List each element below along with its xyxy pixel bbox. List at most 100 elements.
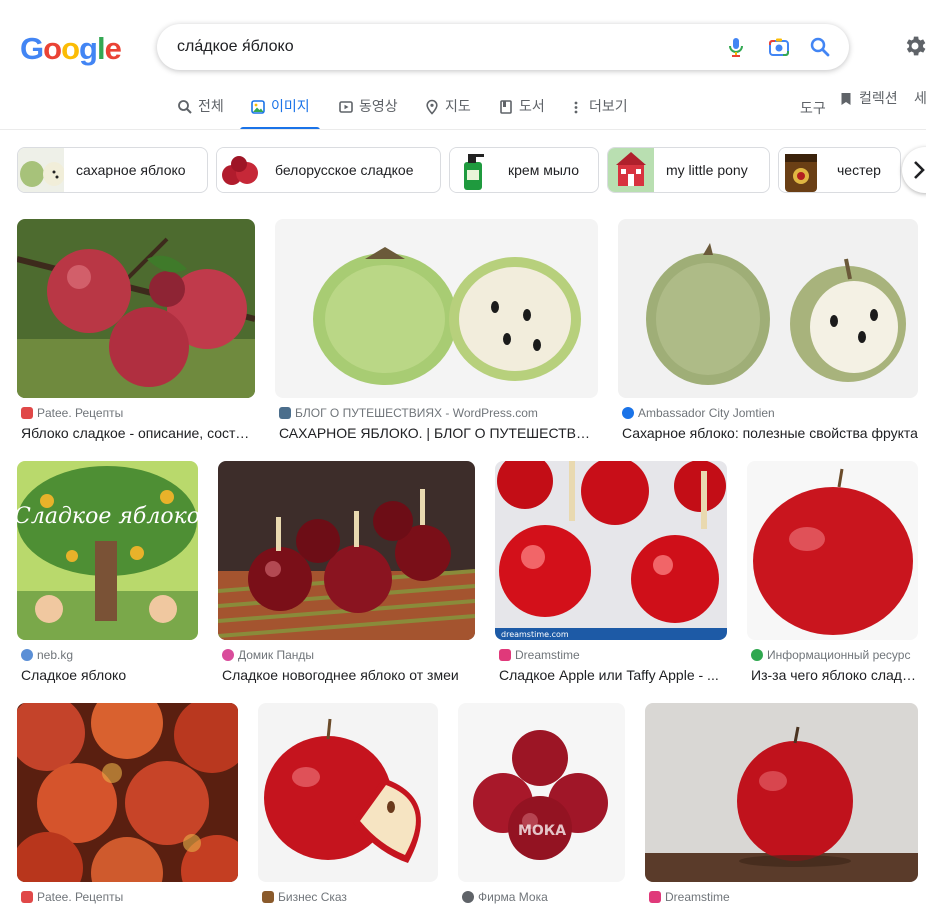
result-image[interactable] — [17, 703, 238, 882]
logo-letter: o — [43, 31, 62, 66]
google-logo[interactable]: Google — [20, 31, 122, 67]
result-image[interactable]: dreamstime.com — [495, 461, 727, 640]
result-title[interactable]: Сахарное яблоко: полезные свойства фрукт… — [622, 425, 918, 441]
logo-letter: o — [61, 31, 80, 66]
related-chip[interactable]: белорусское сладкое — [216, 147, 441, 193]
result-image[interactable] — [258, 703, 438, 882]
site-favicon — [751, 649, 763, 661]
image-result[interactable]: Ambassador City Jomtien Сахарное яблоко:… — [618, 219, 918, 449]
bookmark-icon — [841, 93, 851, 105]
site-favicon — [279, 407, 291, 419]
image-result[interactable]: Бизнес Сказ — [258, 703, 438, 904]
image-icon — [251, 100, 265, 114]
result-source: Бизнес Сказ — [262, 890, 434, 904]
watermark-text: МОКА — [518, 823, 566, 839]
site-favicon — [622, 407, 634, 419]
related-chip[interactable]: честер — [778, 147, 901, 193]
result-title[interactable]: Яблоко сладкое - описание, состав, калор… — [21, 425, 255, 441]
search-box — [157, 24, 849, 70]
result-image[interactable] — [275, 219, 598, 398]
image-result[interactable]: МОКА Фирма Мока — [458, 703, 625, 904]
result-image[interactable]: Сладкое яблоко — [17, 461, 198, 640]
safesearch-label: 세 — [914, 90, 926, 106]
source-label: Информационный ресурс — [767, 648, 911, 662]
related-chip[interactable]: сахарное яблоко — [17, 147, 208, 193]
result-title[interactable]: Из-за чего яблоко сладкое — [751, 667, 918, 683]
gear-icon[interactable] — [902, 33, 926, 59]
logo-letter: G — [20, 31, 44, 66]
result-image[interactable] — [645, 703, 918, 882]
camera-icon[interactable] — [767, 35, 791, 59]
chip-label: белорусское сладкое — [275, 162, 414, 178]
chip-thumbnail — [608, 148, 654, 192]
book-icon — [500, 100, 512, 114]
watermark-text: dreamstime.com — [501, 630, 569, 639]
tab-label: 더보기 — [589, 98, 628, 114]
result-title[interactable]: Сладкое яблоко — [21, 667, 198, 683]
image-result[interactable]: Информационный ресурс Из-за чего яблоко … — [747, 461, 918, 691]
chip-label: сахарное яблоко — [76, 162, 186, 178]
chip-thumbnail — [18, 148, 64, 192]
result-source: neb.kg — [21, 648, 194, 662]
tools-button[interactable]: 도구 — [800, 98, 826, 132]
tab-all[interactable]: 전체 — [177, 96, 224, 130]
related-chip[interactable]: my little pony — [607, 147, 770, 193]
tab-maps[interactable]: 지도 — [424, 96, 471, 130]
safesearch-button[interactable]: 세 — [914, 88, 926, 122]
collections-button[interactable]: 컬렉션 — [838, 88, 898, 122]
chip-thumbnail — [779, 148, 825, 192]
related-chip[interactable]: крем мыло — [449, 147, 599, 193]
result-image[interactable] — [747, 461, 918, 640]
tab-books[interactable]: 도서 — [498, 96, 545, 130]
image-result[interactable]: Домик Панды Сладкое новогоднее яблоко от… — [218, 461, 475, 691]
result-title[interactable]: САХАРНОЕ ЯБЛОКО. | БЛОГ О ПУТЕШЕСТВИЯХ — [279, 425, 598, 441]
site-favicon — [222, 649, 234, 661]
chips-next-button[interactable] — [902, 147, 926, 193]
mic-icon[interactable] — [724, 35, 748, 59]
search-icon[interactable] — [808, 35, 832, 59]
chip-label: крем мыло — [508, 162, 580, 178]
image-result[interactable]: БЛОГ О ПУТЕШЕСТВИЯХ - WordPress.com САХА… — [275, 219, 598, 449]
result-source: Информационный ресурс — [751, 648, 914, 662]
divider — [0, 129, 926, 130]
result-image[interactable] — [618, 219, 918, 398]
result-source: Фирма Мока — [462, 890, 621, 904]
result-image[interactable]: МОКА — [458, 703, 625, 882]
site-favicon — [462, 891, 474, 903]
site-favicon — [262, 891, 274, 903]
search-input[interactable] — [177, 36, 717, 58]
image-result[interactable]: Сладкое яблоко neb.kg Сладкое яблоко — [17, 461, 198, 691]
video-icon — [339, 101, 353, 113]
result-title[interactable]: Сладкое Apple или Taffy Apple - ... — [499, 667, 727, 683]
tab-label: 지도 — [445, 98, 471, 114]
site-favicon — [21, 891, 33, 903]
result-source: БЛОГ О ПУТЕШЕСТВИЯХ - WordPress.com — [279, 406, 594, 420]
chip-label: my little pony — [666, 162, 748, 178]
site-favicon — [21, 407, 33, 419]
search-tabs: 전체 이미지 동영상 지도 도서 더보기 도구 컬렉션 세 — [0, 88, 926, 130]
logo-letter: e — [104, 31, 122, 66]
source-label: Dreamstime — [665, 890, 730, 904]
tab-videos[interactable]: 동영상 — [338, 96, 398, 130]
result-source: Dreamstime — [649, 890, 914, 904]
result-image[interactable] — [17, 219, 255, 398]
result-source: Patee. Рецепты — [21, 890, 234, 904]
result-title[interactable]: Сладкое новогоднее яблоко от змеи — [222, 667, 475, 683]
chip-thumbnail — [450, 148, 496, 192]
image-result[interactable]: dreamstime.com Dreamstime Сладкое Apple … — [495, 461, 727, 691]
site-favicon — [649, 891, 661, 903]
tab-label: 이미지 — [271, 98, 310, 114]
result-source: Домик Панды — [222, 648, 471, 662]
tab-label: 동영상 — [359, 98, 398, 114]
image-result[interactable]: Patee. Рецепты Яблоко сладкое - описание… — [17, 219, 255, 449]
tools-label: 도구 — [800, 100, 826, 116]
tab-label: 전체 — [198, 98, 224, 114]
tab-images[interactable]: 이미지 — [240, 96, 320, 130]
image-result[interactable]: Patee. Рецепты — [17, 703, 238, 904]
chip-thumbnail — [217, 148, 263, 192]
result-source: Dreamstime — [499, 648, 723, 662]
image-result[interactable]: Dreamstime — [645, 703, 918, 904]
result-image[interactable] — [218, 461, 475, 640]
tab-more[interactable]: 더보기 — [568, 96, 628, 130]
tab-label: 도서 — [519, 98, 545, 114]
